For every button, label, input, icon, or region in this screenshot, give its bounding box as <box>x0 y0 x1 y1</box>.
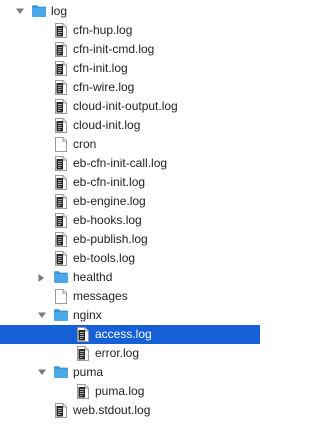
tree-row-label: eb-engine.log <box>73 194 146 208</box>
log-file-icon <box>55 194 71 209</box>
tree-row-label: cfn-init.log <box>73 61 128 75</box>
log-file-icon <box>55 80 71 95</box>
log-file-icon <box>55 156 71 171</box>
tree-row-label: cloud-init-output.log <box>73 99 178 113</box>
folder-icon <box>53 365 69 380</box>
log-file-icon <box>55 403 71 418</box>
tree-row-label: messages <box>73 289 128 303</box>
tree-row-eb-cfn-init-call[interactable]: eb-cfn-init-call.log <box>0 154 260 173</box>
tree-row-label: cloud-init.log <box>73 118 141 132</box>
log-file-icon <box>55 232 71 247</box>
log-file-icon <box>55 213 71 228</box>
tree-row-label: cfn-init-cmd.log <box>73 42 155 56</box>
tree-row-eb-cfn-init[interactable]: eb-cfn-init.log <box>0 173 260 192</box>
tree-row-cloud-init[interactable]: cloud-init.log <box>0 116 260 135</box>
tree-row-error[interactable]: error.log <box>0 344 260 363</box>
tree-row-label: eb-cfn-init-call.log <box>73 156 168 170</box>
tree-row-label: eb-publish.log <box>73 232 148 246</box>
tree-row-nginx[interactable]: nginx <box>0 306 260 325</box>
log-file-icon <box>55 61 71 76</box>
tree-row-label: eb-tools.log <box>73 251 136 265</box>
tree-row-label: eb-cfn-init.log <box>73 175 146 189</box>
tree-row-label: cron <box>73 137 97 151</box>
log-file-icon <box>55 23 71 38</box>
tree-row-cfn-hup[interactable]: cfn-hup.log <box>0 21 260 40</box>
tree-row-label: web.stdout.log <box>73 403 151 417</box>
tree-row-label: error.log <box>95 346 140 360</box>
disclosure-expanded-icon[interactable] <box>36 363 48 382</box>
tree-row-messages[interactable]: messages <box>0 287 260 306</box>
log-file-icon <box>55 42 71 57</box>
tree-row-label: healthd <box>73 270 113 284</box>
log-file-icon <box>77 346 93 361</box>
disclosure-expanded-icon[interactable] <box>14 2 26 21</box>
tree-row-cfn-init[interactable]: cfn-init.log <box>0 59 260 78</box>
tree-row-healthd[interactable]: healthd <box>0 268 260 287</box>
disclosure-collapsed-icon[interactable] <box>36 268 48 287</box>
tree-row-label: cfn-hup.log <box>73 23 133 37</box>
log-file-icon <box>55 251 71 266</box>
folder-icon <box>31 4 47 19</box>
tree-row-eb-engine[interactable]: eb-engine.log <box>0 192 260 211</box>
tree-row-label: nginx <box>73 308 102 322</box>
tree-row-label: access.log <box>95 327 152 341</box>
tree-row-label: eb-hooks.log <box>73 213 142 227</box>
tree-row-cfn-wire[interactable]: cfn-wire.log <box>0 78 260 97</box>
folder-icon <box>53 308 69 323</box>
tree-row-web-stdout[interactable]: web.stdout.log <box>0 401 260 420</box>
file-icon <box>55 137 71 152</box>
tree-row-cron[interactable]: cron <box>0 135 260 154</box>
tree-row-eb-hooks[interactable]: eb-hooks.log <box>0 211 260 230</box>
tree-row-puma[interactable]: puma <box>0 363 260 382</box>
log-file-icon <box>55 99 71 114</box>
tree-row-log[interactable]: log <box>0 2 260 21</box>
tree-row-puma-log[interactable]: puma.log <box>0 382 260 401</box>
tree-row-label: cfn-wire.log <box>73 80 135 94</box>
tree-row-label: puma <box>73 365 104 379</box>
log-file-icon <box>77 384 93 399</box>
tree-row-eb-publish[interactable]: eb-publish.log <box>0 230 260 249</box>
tree-row-cloud-init-output[interactable]: cloud-init-output.log <box>0 97 260 116</box>
tree-row-label: log <box>51 4 68 18</box>
tree-row-eb-tools[interactable]: eb-tools.log <box>0 249 260 268</box>
log-file-icon <box>55 175 71 190</box>
tree-row-access[interactable]: access.log <box>0 325 260 344</box>
file-tree: log cfn-hup.log cfn-init-cmd.log cfn-init.l… <box>0 2 260 420</box>
log-file-icon <box>55 118 71 133</box>
disclosure-expanded-icon[interactable] <box>36 306 48 325</box>
tree-row-label: puma.log <box>95 384 145 398</box>
log-file-icon <box>77 327 93 342</box>
file-icon <box>55 289 71 304</box>
tree-row-cfn-init-cmd[interactable]: cfn-init-cmd.log <box>0 40 260 59</box>
folder-icon <box>53 270 69 285</box>
